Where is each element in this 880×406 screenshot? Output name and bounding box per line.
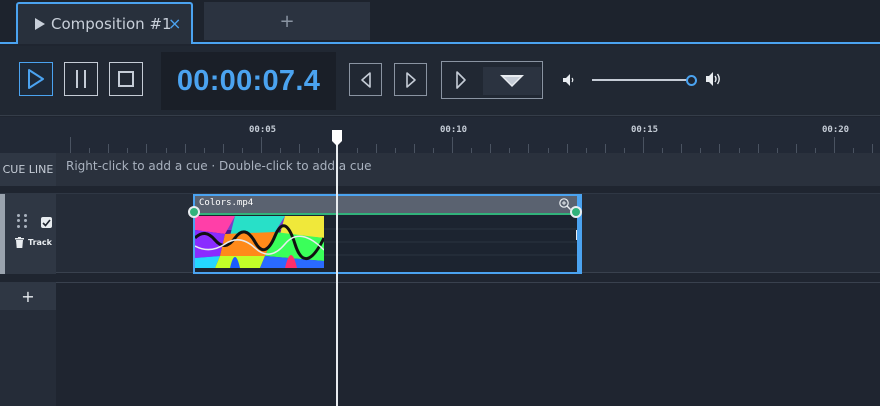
track-header-column xyxy=(0,310,56,406)
play-mode-dropdown[interactable] xyxy=(483,67,541,95)
ruler-tick xyxy=(604,144,606,153)
previous-frame-button[interactable] xyxy=(349,63,382,96)
ruler-tick xyxy=(719,144,721,153)
play-mode-selector[interactable] xyxy=(441,61,543,99)
cue-line-hint: Right-click to add a cue · Double-click … xyxy=(66,159,372,173)
next-frame-icon xyxy=(405,71,416,88)
fade-out-handle[interactable] xyxy=(570,206,582,218)
previous-frame-icon xyxy=(360,71,371,88)
next-frame-button[interactable] xyxy=(394,63,427,96)
ruler-tick xyxy=(757,144,759,153)
clip-title: Colors.mp4 xyxy=(199,198,254,208)
close-icon[interactable]: × xyxy=(168,14,181,33)
ruler-tick xyxy=(681,144,683,153)
clip-volume-line[interactable] xyxy=(195,213,578,215)
clip-header[interactable]: Colors.mp4 xyxy=(195,196,578,214)
ruler-tick xyxy=(795,144,797,153)
checkmark-icon xyxy=(42,218,51,227)
tab-bar: Composition #1 × + xyxy=(0,0,880,44)
fade-in-handle[interactable] xyxy=(188,206,200,218)
cue-line-label: CUE LINE xyxy=(0,153,56,186)
timeline-ruler[interactable]: 00:05 00:10 00:15 00:20 xyxy=(0,117,880,153)
ruler-tick xyxy=(261,137,262,153)
volume-slider-track[interactable] xyxy=(592,79,692,81)
ruler-tick-label: 00:05 xyxy=(249,125,277,135)
pause-icon xyxy=(76,70,86,88)
ruler-tick-label: 00:20 xyxy=(822,125,850,135)
volume-high-icon[interactable] xyxy=(705,71,723,87)
play-icon xyxy=(35,18,45,30)
ruler-tick xyxy=(299,144,301,153)
ruler-tick xyxy=(146,144,148,153)
volume-slider-knob[interactable] xyxy=(686,75,697,86)
dropdown-icon xyxy=(500,75,524,87)
drag-handle-icon[interactable] xyxy=(17,214,27,228)
ruler-tick xyxy=(643,137,644,153)
add-tab-button[interactable]: + xyxy=(204,2,370,40)
transport-bar: 00:00:07.4 xyxy=(0,46,880,116)
ruler-tick-label: 00:15 xyxy=(631,125,659,135)
clip-thumbnail xyxy=(195,216,324,268)
tab-composition[interactable]: Composition #1 × xyxy=(16,2,193,44)
ruler-tick xyxy=(413,144,415,153)
add-track-button[interactable]: + xyxy=(0,282,56,310)
ruler-tick xyxy=(375,144,377,153)
ruler-tick xyxy=(528,144,530,153)
tab-label: Composition #1 xyxy=(51,15,172,33)
divider xyxy=(56,282,880,283)
volume-low-icon[interactable] xyxy=(562,73,574,87)
ruler-tick-label: 00:10 xyxy=(440,125,468,135)
cue-line[interactable]: CUE LINE Right-click to add a cue · Doub… xyxy=(0,153,880,186)
clip-waveform xyxy=(324,216,578,268)
track-header: Track xyxy=(0,194,56,274)
pause-button[interactable] xyxy=(64,62,98,96)
ruler-tick xyxy=(184,144,186,153)
playhead-line xyxy=(336,140,338,406)
timecode-display: 00:00:07.4 xyxy=(161,52,336,110)
play-button[interactable] xyxy=(19,62,53,96)
ruler-tick xyxy=(872,144,874,153)
playhead-handle[interactable] xyxy=(331,130,343,146)
track-enabled-checkbox[interactable] xyxy=(41,217,52,228)
track-name: Track xyxy=(28,238,52,247)
ruler-tick xyxy=(566,144,568,153)
timecode-value: 00:00:07.4 xyxy=(176,64,321,97)
ruler-tick xyxy=(490,144,492,153)
stop-button[interactable] xyxy=(109,62,143,96)
ruler-spacer xyxy=(0,117,56,153)
ruler-tick xyxy=(222,144,224,153)
play-icon xyxy=(28,69,44,89)
trash-icon[interactable] xyxy=(15,237,24,248)
ruler-tick xyxy=(108,144,110,153)
ruler-tick xyxy=(70,137,71,153)
ruler-tick xyxy=(452,137,453,153)
video-clip[interactable]: Colors.mp4 xyxy=(193,194,582,274)
ruler-tick xyxy=(834,137,835,153)
stop-icon xyxy=(118,71,134,87)
play-mode-icon xyxy=(456,71,466,89)
